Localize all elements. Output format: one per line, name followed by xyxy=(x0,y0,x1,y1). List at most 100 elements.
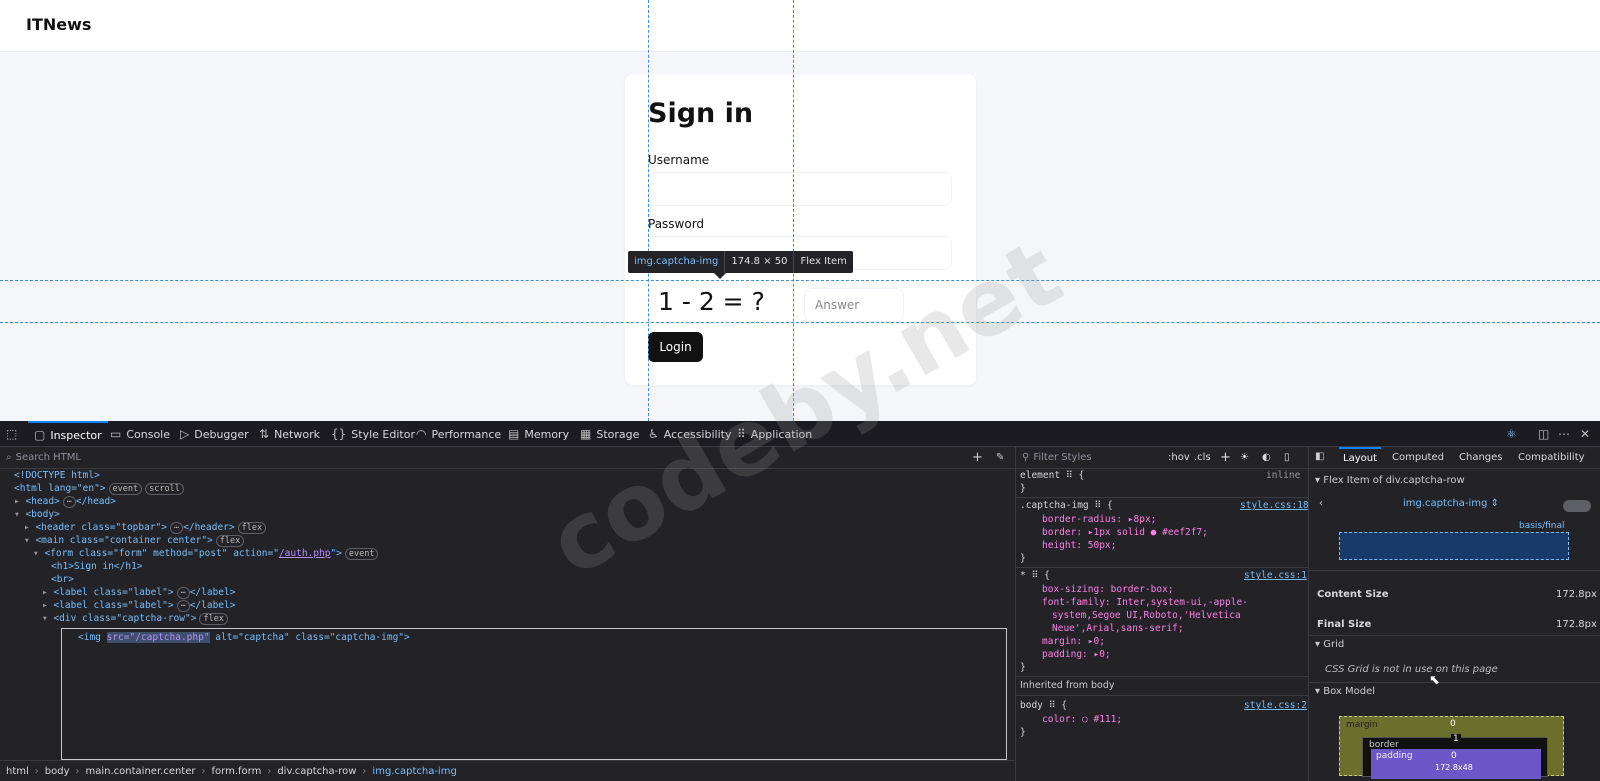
more-options-icon[interactable]: ⋯ xyxy=(1558,421,1572,447)
light-theme-icon[interactable]: ☀ xyxy=(1240,452,1249,463)
content-size-value: 172.8px xyxy=(1556,589,1597,600)
add-rule-icon[interactable]: + xyxy=(1220,450,1231,465)
padding-top-value[interactable]: 0 xyxy=(1451,751,1457,761)
tab-computed[interactable]: Computed xyxy=(1392,452,1444,463)
tab-network[interactable]: ⇅ Network xyxy=(259,421,320,447)
basis-final-label: basis/final xyxy=(1519,521,1565,531)
markup-line[interactable]: <html lang="en"> event scroll xyxy=(14,482,184,495)
rule-property[interactable]: border: ▸1px solid ● #eef2f7; xyxy=(1042,526,1208,539)
markup-line[interactable]: ▾ <main class="container center"> flex xyxy=(24,534,245,547)
breadcrumb-item[interactable]: body xyxy=(45,766,70,777)
captcha-answer-input[interactable]: Answer xyxy=(804,288,904,322)
breadcrumb: html › body › main.container.center › form.… xyxy=(0,760,1015,781)
infobar-size: 174.8 × 50 xyxy=(725,251,795,273)
rule-selector[interactable]: body ⠿ { xyxy=(1020,699,1067,712)
toggle-sidebar-icon[interactable]: ◧ xyxy=(1315,451,1324,462)
final-size-value: 172.8px xyxy=(1556,619,1597,630)
filter-styles-input[interactable]: Filter Styles xyxy=(1033,452,1091,463)
layout-view: ◧ Layout Computed Changes Compatibility … xyxy=(1309,447,1600,781)
rule-selector[interactable]: element ⠿ { xyxy=(1020,469,1084,482)
breadcrumb-item-current[interactable]: img.captcha-img xyxy=(372,766,456,777)
inspector-icon: ▢ xyxy=(34,428,46,442)
rule-property[interactable]: margin: ▸0; xyxy=(1042,635,1105,648)
rule-source-link[interactable]: style.css:2 xyxy=(1244,699,1307,712)
dock-icon[interactable]: ◫ xyxy=(1538,421,1552,447)
topbar: ITNews xyxy=(0,0,1600,52)
dark-theme-icon[interactable]: ◐ xyxy=(1262,452,1271,463)
username-label: Username xyxy=(648,153,710,167)
breadcrumb-item[interactable]: main.container.center xyxy=(86,766,196,777)
network-icon: ⇅ xyxy=(259,427,270,441)
tab-debugger[interactable]: ▷ Debugger xyxy=(180,421,249,447)
infobar-kind: Flex Item xyxy=(800,256,847,267)
tab-storage[interactable]: ▦ Storage xyxy=(580,421,639,447)
inherited-header: Inherited from body xyxy=(1020,680,1115,691)
tab-compatibility[interactable]: Compatibility xyxy=(1518,452,1585,463)
tab-console[interactable]: ▭ Console xyxy=(110,421,170,447)
brand-logo[interactable]: ITNews xyxy=(26,15,91,34)
layout-tabs: ◧ Layout Computed Changes Compatibility xyxy=(1309,447,1600,469)
grid-section-title[interactable]: ▾ Grid xyxy=(1315,639,1344,650)
highlight-guide-bottom xyxy=(0,322,1600,323)
markup-line[interactable]: ▸ <head> ⋯ </head> xyxy=(14,495,116,508)
search-html-input[interactable]: Search HTML xyxy=(16,452,81,463)
rule-source-link[interactable]: style.css:18 xyxy=(1240,499,1309,512)
markup-line[interactable]: ▸ <label class="label"> ⋯ </label> xyxy=(42,586,235,599)
flex-item-section-title[interactable]: ▾ Flex Item of div.captcha-row xyxy=(1315,475,1465,486)
tab-accessibility[interactable]: ♿ Accessibility xyxy=(648,421,731,447)
tab-inspector[interactable]: ▢ Inspector xyxy=(28,421,108,447)
highlighter-infobar: img.captcha-img 174.8 × 50 Flex Item xyxy=(628,251,853,273)
markup-line[interactable]: ▾ <body> xyxy=(14,508,60,521)
infobar-selector: img.captcha-img xyxy=(628,251,726,273)
rule-property[interactable]: height: 50px; xyxy=(1042,539,1116,552)
rule-selector[interactable]: .captcha-img ⠿ { xyxy=(1020,499,1113,512)
tab-style-editor[interactable]: {} Style Editor xyxy=(331,421,415,447)
rule-property[interactable]: color: ○ #111; xyxy=(1042,713,1122,726)
login-button[interactable]: Login xyxy=(648,332,703,362)
rule-property[interactable]: padding: ▸0; xyxy=(1042,648,1111,661)
box-model-section-title[interactable]: ▾ Box Model xyxy=(1315,686,1375,697)
breadcrumb-item[interactable]: div.captcha-row xyxy=(277,766,356,777)
tab-performance[interactable]: ◠ Performance xyxy=(416,421,501,447)
rules-view: element ⠿ { inline } .captcha-img ⠿ { st… xyxy=(1016,469,1309,781)
markup-line[interactable]: <!DOCTYPE html> xyxy=(14,469,100,482)
tab-application[interactable]: ⠿ Application xyxy=(737,421,812,447)
markup-line[interactable]: ▾ <div class="captcha-row"> flex xyxy=(42,612,228,625)
back-icon[interactable]: ‹ xyxy=(1319,498,1323,509)
infobar-arrow xyxy=(714,273,726,279)
cls-toggle[interactable]: .cls xyxy=(1194,452,1211,463)
markup-line[interactable]: ▸ <header class="topbar"> ⋯ </header> flex xyxy=(24,521,267,534)
eyedropper-icon[interactable]: ✎ xyxy=(996,452,1004,463)
border-top-value[interactable]: 1 xyxy=(1451,734,1461,744)
hov-toggle[interactable]: :hov xyxy=(1168,452,1190,463)
password-label: Password xyxy=(648,217,705,231)
mouse-cursor-icon: ⬉ xyxy=(1429,673,1440,688)
pick-element-icon[interactable]: ⬚ xyxy=(6,421,24,447)
filter-styles-bar: ⚲ Filter Styles :hov .cls + ☀ ◐ ▯ xyxy=(1016,447,1308,469)
add-node-icon[interactable]: + xyxy=(972,450,983,465)
rule-property[interactable]: box-sizing: border-box; xyxy=(1042,583,1174,596)
close-icon[interactable]: ✕ xyxy=(1580,421,1594,447)
rule-property[interactable]: border-radius: ▸8px; xyxy=(1042,513,1156,526)
tab-memory[interactable]: ▤ Memory xyxy=(508,421,569,447)
flex-item-selector[interactable]: img.captcha-img ⇕ xyxy=(1403,498,1499,509)
content-size-label: Content Size xyxy=(1317,589,1389,600)
tab-changes[interactable]: Changes xyxy=(1459,452,1503,463)
print-media-icon[interactable]: ▯ xyxy=(1284,452,1290,463)
rule-source-link[interactable]: style.css:1 xyxy=(1244,569,1307,582)
markup-line[interactable]: <br> xyxy=(51,573,74,586)
highlight-toggle[interactable] xyxy=(1563,500,1591,512)
breadcrumb-item[interactable]: form.form xyxy=(212,766,262,777)
markup-line[interactable]: <h1>Sign in</h1> xyxy=(51,560,143,573)
username-input[interactable] xyxy=(648,172,952,206)
rule-property[interactable]: font-family: Inter,system-ui,-apple- xyxy=(1042,596,1248,609)
breadcrumb-item[interactable]: html xyxy=(6,766,29,777)
memory-icon: ▤ xyxy=(508,427,520,441)
rule-selector[interactable]: * ⠿ { xyxy=(1020,569,1050,582)
devtools-toolbar: ⬚ ▢ Inspector ▭ Console ▷ Debugger ⇅ Network… xyxy=(0,421,1600,447)
margin-top-value[interactable]: 0 xyxy=(1450,719,1456,729)
markup-line[interactable]: ▾ <form class="form" method="post" actio… xyxy=(33,547,379,560)
responsive-icon[interactable]: ⚛ xyxy=(1506,421,1522,447)
markup-line[interactable]: ▸ <label class="label"> ⋯ </label> xyxy=(42,599,235,612)
tab-layout[interactable]: Layout xyxy=(1339,447,1381,469)
